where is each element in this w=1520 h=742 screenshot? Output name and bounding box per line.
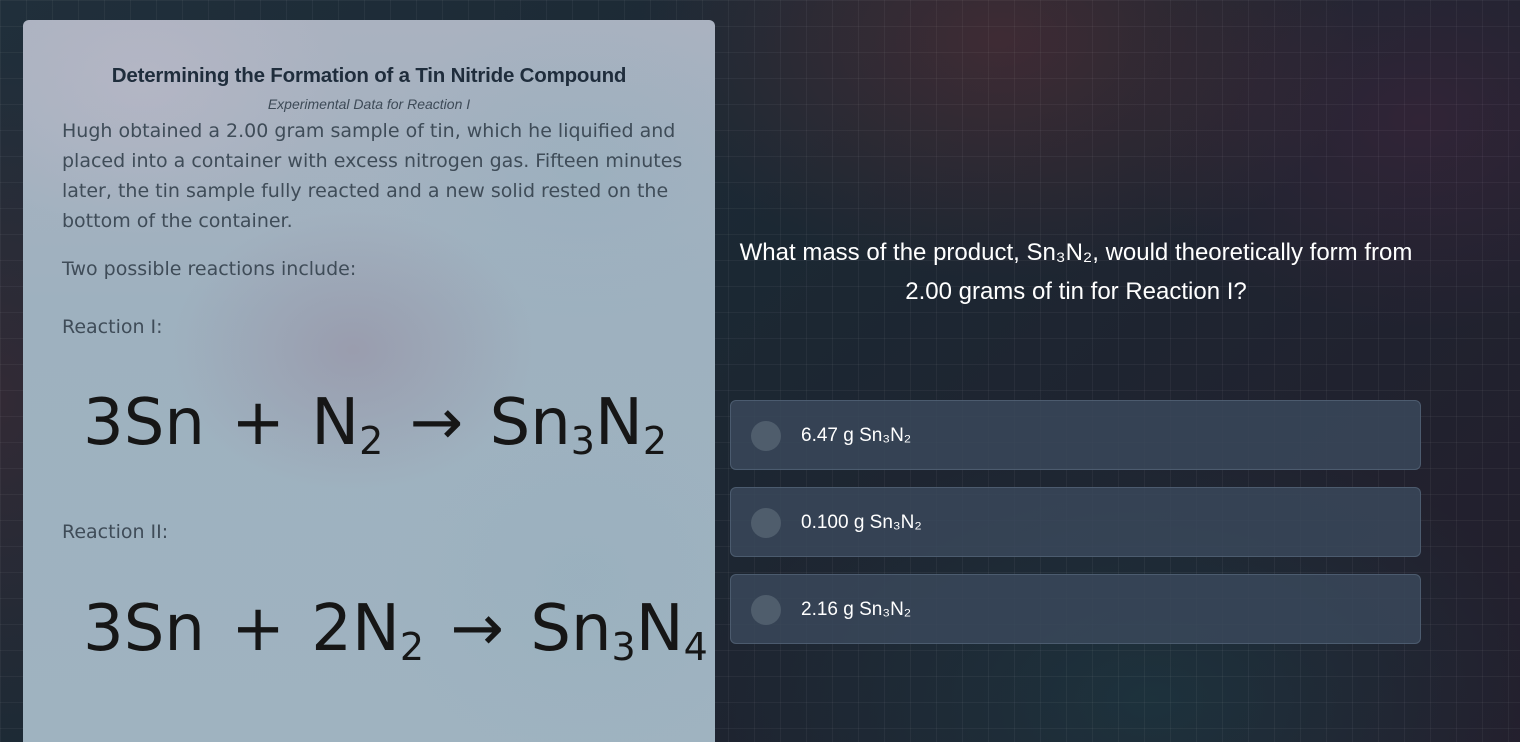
reaction-2-product-sub2: 4: [683, 625, 708, 669]
reactions-intro: Two possible reactions include:: [62, 258, 357, 280]
reaction-2-label: Reaction II:: [62, 521, 169, 543]
reaction-1-product-el1: Sn: [489, 386, 571, 460]
reaction-1-reactant-b: N: [311, 386, 360, 460]
answer-option-2[interactable]: 0.100 g Sn₃N₂: [730, 487, 1421, 557]
reaction-2-plus: +: [231, 592, 285, 666]
reaction-2-reactant-b: 2N: [311, 592, 400, 666]
reaction-2-reactant-b-sub: 2: [399, 625, 424, 669]
reaction-2-reactant-a: 3Sn: [83, 592, 205, 666]
radio-circle-icon[interactable]: [751, 421, 781, 451]
passage-body: Hugh obtained a 2.00 gram sample of tin,…: [62, 120, 683, 232]
answer-option-label: 2.16 g Sn₃N₂: [801, 599, 912, 620]
answer-option-1[interactable]: 6.47 g Sn₃N₂: [730, 400, 1421, 470]
reaction-2-product-sub1: 3: [611, 625, 636, 669]
reaction-1-plus: +: [231, 386, 285, 460]
answer-option-label: 6.47 g Sn₃N₂: [801, 425, 912, 446]
reaction-2-arrow: →: [450, 592, 504, 666]
reaction-1-arrow: →: [409, 386, 464, 460]
reaction-1-reactant-b-sub: 2: [359, 419, 384, 463]
reaction-2-product-el1: Sn: [530, 592, 612, 666]
passage-card: Determining the Formation of a Tin Nitri…: [23, 20, 715, 742]
reaction-1-reactant-a: 3Sn: [83, 386, 205, 460]
radio-circle-icon[interactable]: [751, 508, 781, 538]
passage-subtitle: Experimental Data for Reaction I: [267, 96, 471, 112]
question-text: What mass of the product, Sn₃N₂, would t…: [739, 239, 1413, 305]
reaction-1-product-sub2: 2: [642, 419, 668, 463]
reaction-2-equation: 3Sn + 2N2 → Sn3N4: [83, 592, 708, 669]
reaction-1-product-el2: N: [594, 386, 643, 460]
reaction-2-product-el2: N: [635, 592, 684, 666]
passage-title: Determining the Formation of a Tin Nitri…: [111, 64, 627, 87]
reaction-1-product-sub1: 3: [570, 419, 595, 463]
radio-circle-icon[interactable]: [751, 595, 781, 625]
answer-option-label: 0.100 g Sn₃N₂: [801, 512, 922, 533]
answer-option-3[interactable]: 2.16 g Sn₃N₂: [730, 574, 1421, 644]
reaction-1-equation: 3Sn + N2 → Sn3N2: [83, 386, 667, 463]
reaction-1-label: Reaction I:: [62, 316, 163, 338]
